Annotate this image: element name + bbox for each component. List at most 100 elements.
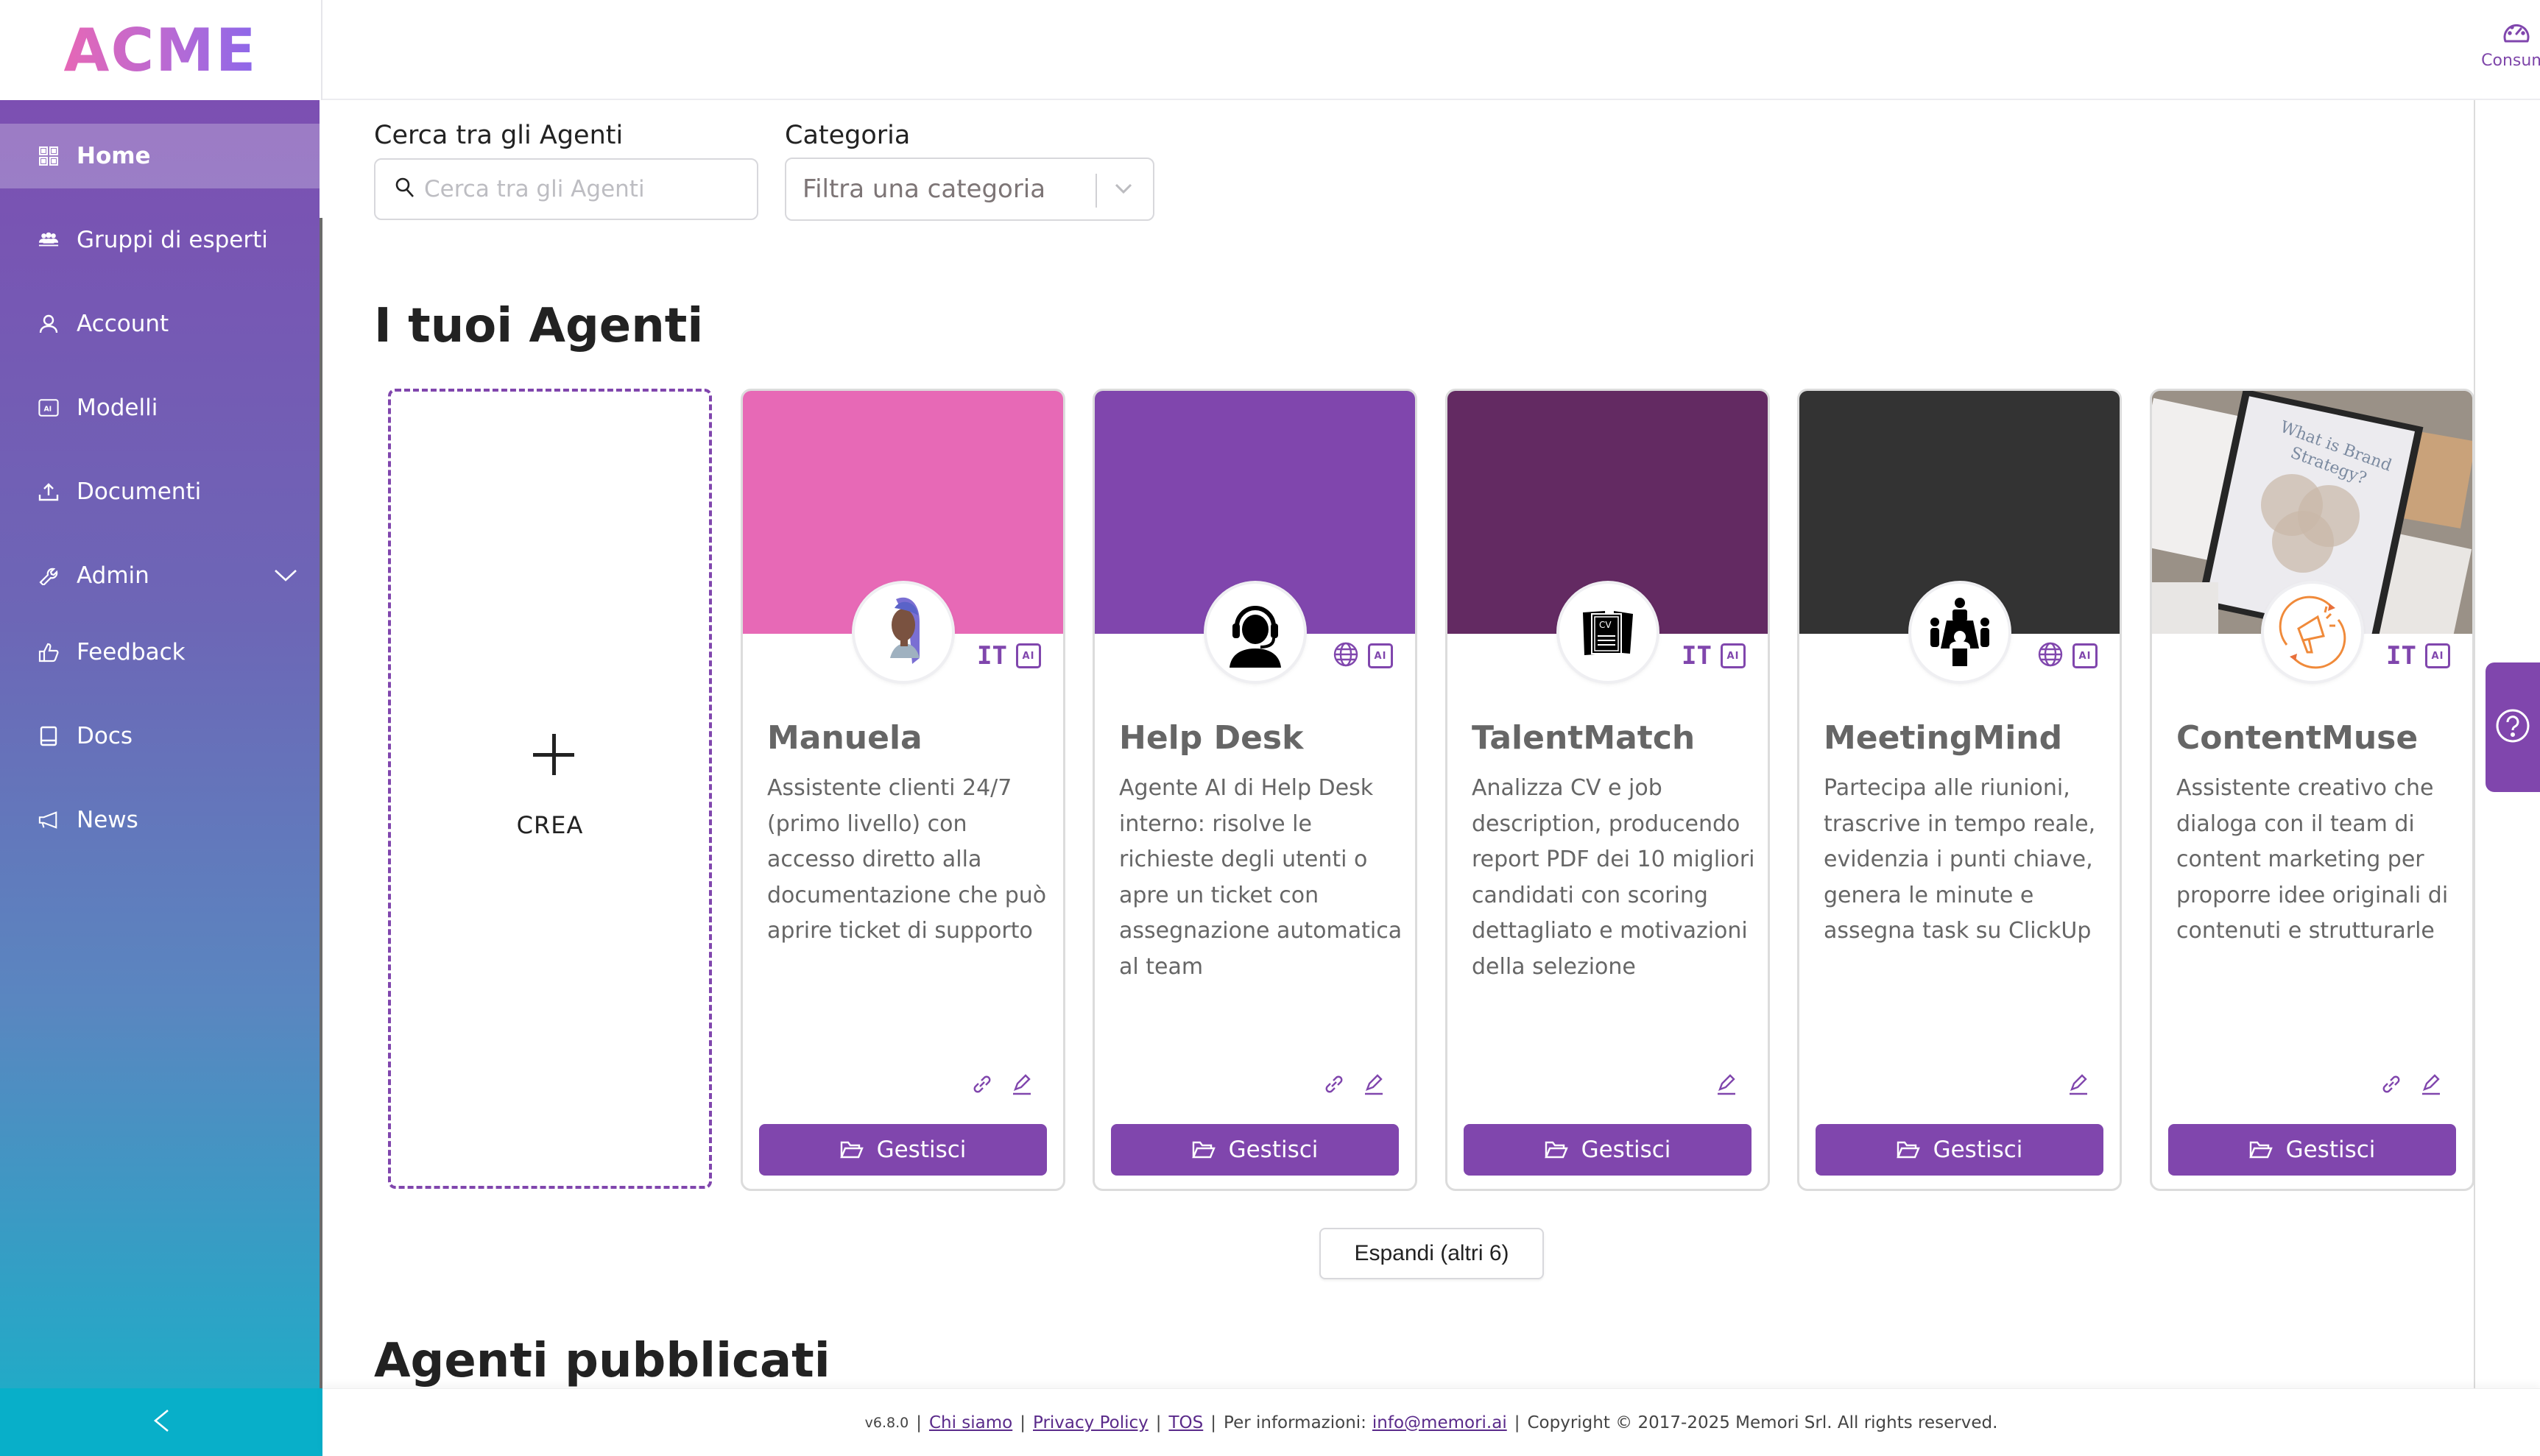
help-button[interactable] bbox=[2486, 662, 2540, 792]
separator: | bbox=[1020, 1413, 1026, 1432]
consumi-button[interactable]: Consumi bbox=[2472, 19, 2540, 70]
card-actions bbox=[1322, 1072, 1386, 1096]
gauge-icon bbox=[2502, 19, 2530, 47]
privacy-policy-link[interactable]: Privacy Policy bbox=[1033, 1413, 1149, 1432]
card-badges: IT AI bbox=[1682, 641, 1746, 671]
agent-avatar[interactable]: CV bbox=[1559, 584, 1657, 681]
sidebar-item-label: Docs bbox=[77, 723, 133, 749]
my-agents-heading: I tuoi Agenti bbox=[374, 299, 704, 353]
plus-icon bbox=[533, 734, 574, 775]
agent-description: Assistente clienti 24/7 (primo livello) … bbox=[767, 775, 1047, 944]
card-actions bbox=[970, 1072, 1034, 1096]
edit-icon[interactable] bbox=[1362, 1072, 1386, 1096]
agent-card: AI Help Desk Agente AI di Help Desk inte… bbox=[1093, 389, 1417, 1191]
category-select[interactable]: Filtra una categoria bbox=[785, 158, 1154, 221]
agent-name: Help Desk bbox=[1119, 719, 1304, 757]
sidebar-item-home[interactable]: Home bbox=[0, 124, 320, 188]
edit-icon[interactable] bbox=[2419, 1072, 2443, 1096]
separator: | bbox=[1210, 1413, 1217, 1432]
info-prefix: Per informazioni: bbox=[1224, 1413, 1366, 1432]
sidebar-item-account[interactable]: Account bbox=[0, 291, 320, 356]
sidebar-collapse-button[interactable] bbox=[0, 1388, 322, 1456]
create-label: CREA bbox=[516, 811, 584, 839]
chi-siamo-link[interactable]: Chi siamo bbox=[929, 1413, 1012, 1432]
agent-description: Partecipa alle riunioni, trascrive in te… bbox=[1824, 775, 2096, 944]
wrench-icon bbox=[38, 565, 59, 586]
manage-button[interactable]: Gestisci bbox=[1111, 1124, 1399, 1176]
sidebar-item-label: Feedback bbox=[77, 639, 186, 665]
language-badge: IT bbox=[2386, 641, 2416, 671]
separator: | bbox=[1514, 1413, 1520, 1432]
search-icon bbox=[395, 177, 415, 202]
agent-avatar[interactable] bbox=[1911, 584, 2008, 681]
page-scrollbar[interactable] bbox=[2474, 100, 2475, 1388]
agent-avatar[interactable] bbox=[2264, 584, 2361, 681]
agent-avatar[interactable] bbox=[855, 584, 952, 681]
sidebar: ACME Home Gruppi di esperti Account AI M… bbox=[0, 0, 322, 1456]
ai-badge-icon: AI bbox=[1016, 643, 1041, 668]
manage-button[interactable]: Gestisci bbox=[759, 1124, 1047, 1176]
manage-button[interactable]: Gestisci bbox=[1816, 1124, 2103, 1176]
link-icon[interactable] bbox=[1322, 1072, 1346, 1096]
manage-label: Gestisci bbox=[876, 1137, 967, 1163]
agent-card: AI MeetingMind Partecipa alle riunioni, … bbox=[1797, 389, 2122, 1191]
svg-text:AI: AI bbox=[43, 406, 52, 414]
app-version: v6.8.0 bbox=[864, 1414, 909, 1431]
card-badges: IT AI bbox=[2386, 641, 2450, 671]
agent-card: What is Brand Strategy? IT AI ContentMus… bbox=[2150, 389, 2474, 1191]
globe-icon bbox=[2037, 641, 2064, 671]
sidebar-item-modelli[interactable]: AI Modelli bbox=[0, 375, 320, 440]
app-root: ACME Home Gruppi di esperti Account AI M… bbox=[0, 0, 2540, 1456]
select-divider bbox=[1096, 174, 1097, 208]
sidebar-scrollbar[interactable] bbox=[320, 218, 322, 1388]
language-badge: IT bbox=[1682, 641, 1712, 671]
card-badges: AI bbox=[2037, 641, 2098, 671]
top-header: Consumi IT acme-corp bbox=[322, 0, 2540, 100]
sidebar-item-documenti[interactable]: Documenti bbox=[0, 459, 320, 524]
sidebar-item-gruppi-di-esperti[interactable]: Gruppi di esperti bbox=[0, 208, 320, 272]
folder-open-icon bbox=[839, 1140, 864, 1159]
agent-name: TalentMatch bbox=[1472, 719, 1696, 757]
woman-avatar-icon bbox=[890, 597, 920, 664]
chevron-down-icon bbox=[1115, 183, 1132, 197]
tos-link[interactable]: TOS bbox=[1169, 1413, 1204, 1432]
sidebar-item-news[interactable]: News bbox=[0, 788, 320, 852]
ai-badge-icon: AI bbox=[2072, 643, 2098, 668]
card-actions bbox=[2380, 1072, 2443, 1096]
agent-avatar[interactable] bbox=[1207, 584, 1304, 681]
link-icon[interactable] bbox=[2380, 1072, 2403, 1096]
search-label: Cerca tra gli Agenti bbox=[374, 121, 624, 150]
logo-area[interactable]: ACME bbox=[0, 0, 322, 100]
sidebar-item-feedback[interactable]: Feedback bbox=[0, 620, 320, 685]
manage-button[interactable]: Gestisci bbox=[1464, 1124, 1751, 1176]
sidebar-item-label: News bbox=[77, 807, 138, 833]
edit-icon[interactable] bbox=[1715, 1072, 1738, 1096]
separator: | bbox=[1155, 1413, 1162, 1432]
edit-icon[interactable] bbox=[1010, 1072, 1034, 1096]
user-icon bbox=[38, 314, 59, 334]
edit-icon[interactable] bbox=[2067, 1072, 2090, 1096]
book-icon bbox=[38, 726, 59, 746]
create-agent-card[interactable]: CREA bbox=[388, 389, 712, 1189]
manage-label: Gestisci bbox=[2285, 1137, 2376, 1163]
manage-button[interactable]: Gestisci bbox=[2168, 1124, 2456, 1176]
link-icon[interactable] bbox=[970, 1072, 994, 1096]
chevron-down-icon[interactable] bbox=[274, 568, 297, 583]
folder-open-icon bbox=[1896, 1140, 1920, 1159]
globe-icon bbox=[1333, 641, 1359, 671]
upload-icon bbox=[38, 481, 59, 502]
ai-badge-icon: AI bbox=[1721, 643, 1746, 668]
cv-documents-icon: CV bbox=[1583, 611, 1633, 655]
search-input[interactable] bbox=[424, 176, 748, 202]
sidebar-item-admin[interactable]: Admin bbox=[0, 543, 320, 608]
manage-label: Gestisci bbox=[1933, 1137, 2023, 1163]
card-actions bbox=[2067, 1072, 2090, 1096]
users-icon bbox=[38, 230, 59, 250]
expand-button[interactable]: Espandi (altri 6) bbox=[1319, 1228, 1544, 1279]
footer: v6.8.0 | Chi siamo | Privacy Policy | TO… bbox=[322, 1388, 2540, 1456]
email-link[interactable]: info@memori.ai bbox=[1372, 1413, 1507, 1432]
sidebar-item-docs[interactable]: Docs bbox=[0, 704, 320, 768]
sidebar-item-label: Gruppi di esperti bbox=[77, 227, 268, 253]
search-field[interactable] bbox=[374, 158, 758, 220]
sidebar-nav: Home Gruppi di esperti Account AI Modell… bbox=[0, 100, 322, 1388]
